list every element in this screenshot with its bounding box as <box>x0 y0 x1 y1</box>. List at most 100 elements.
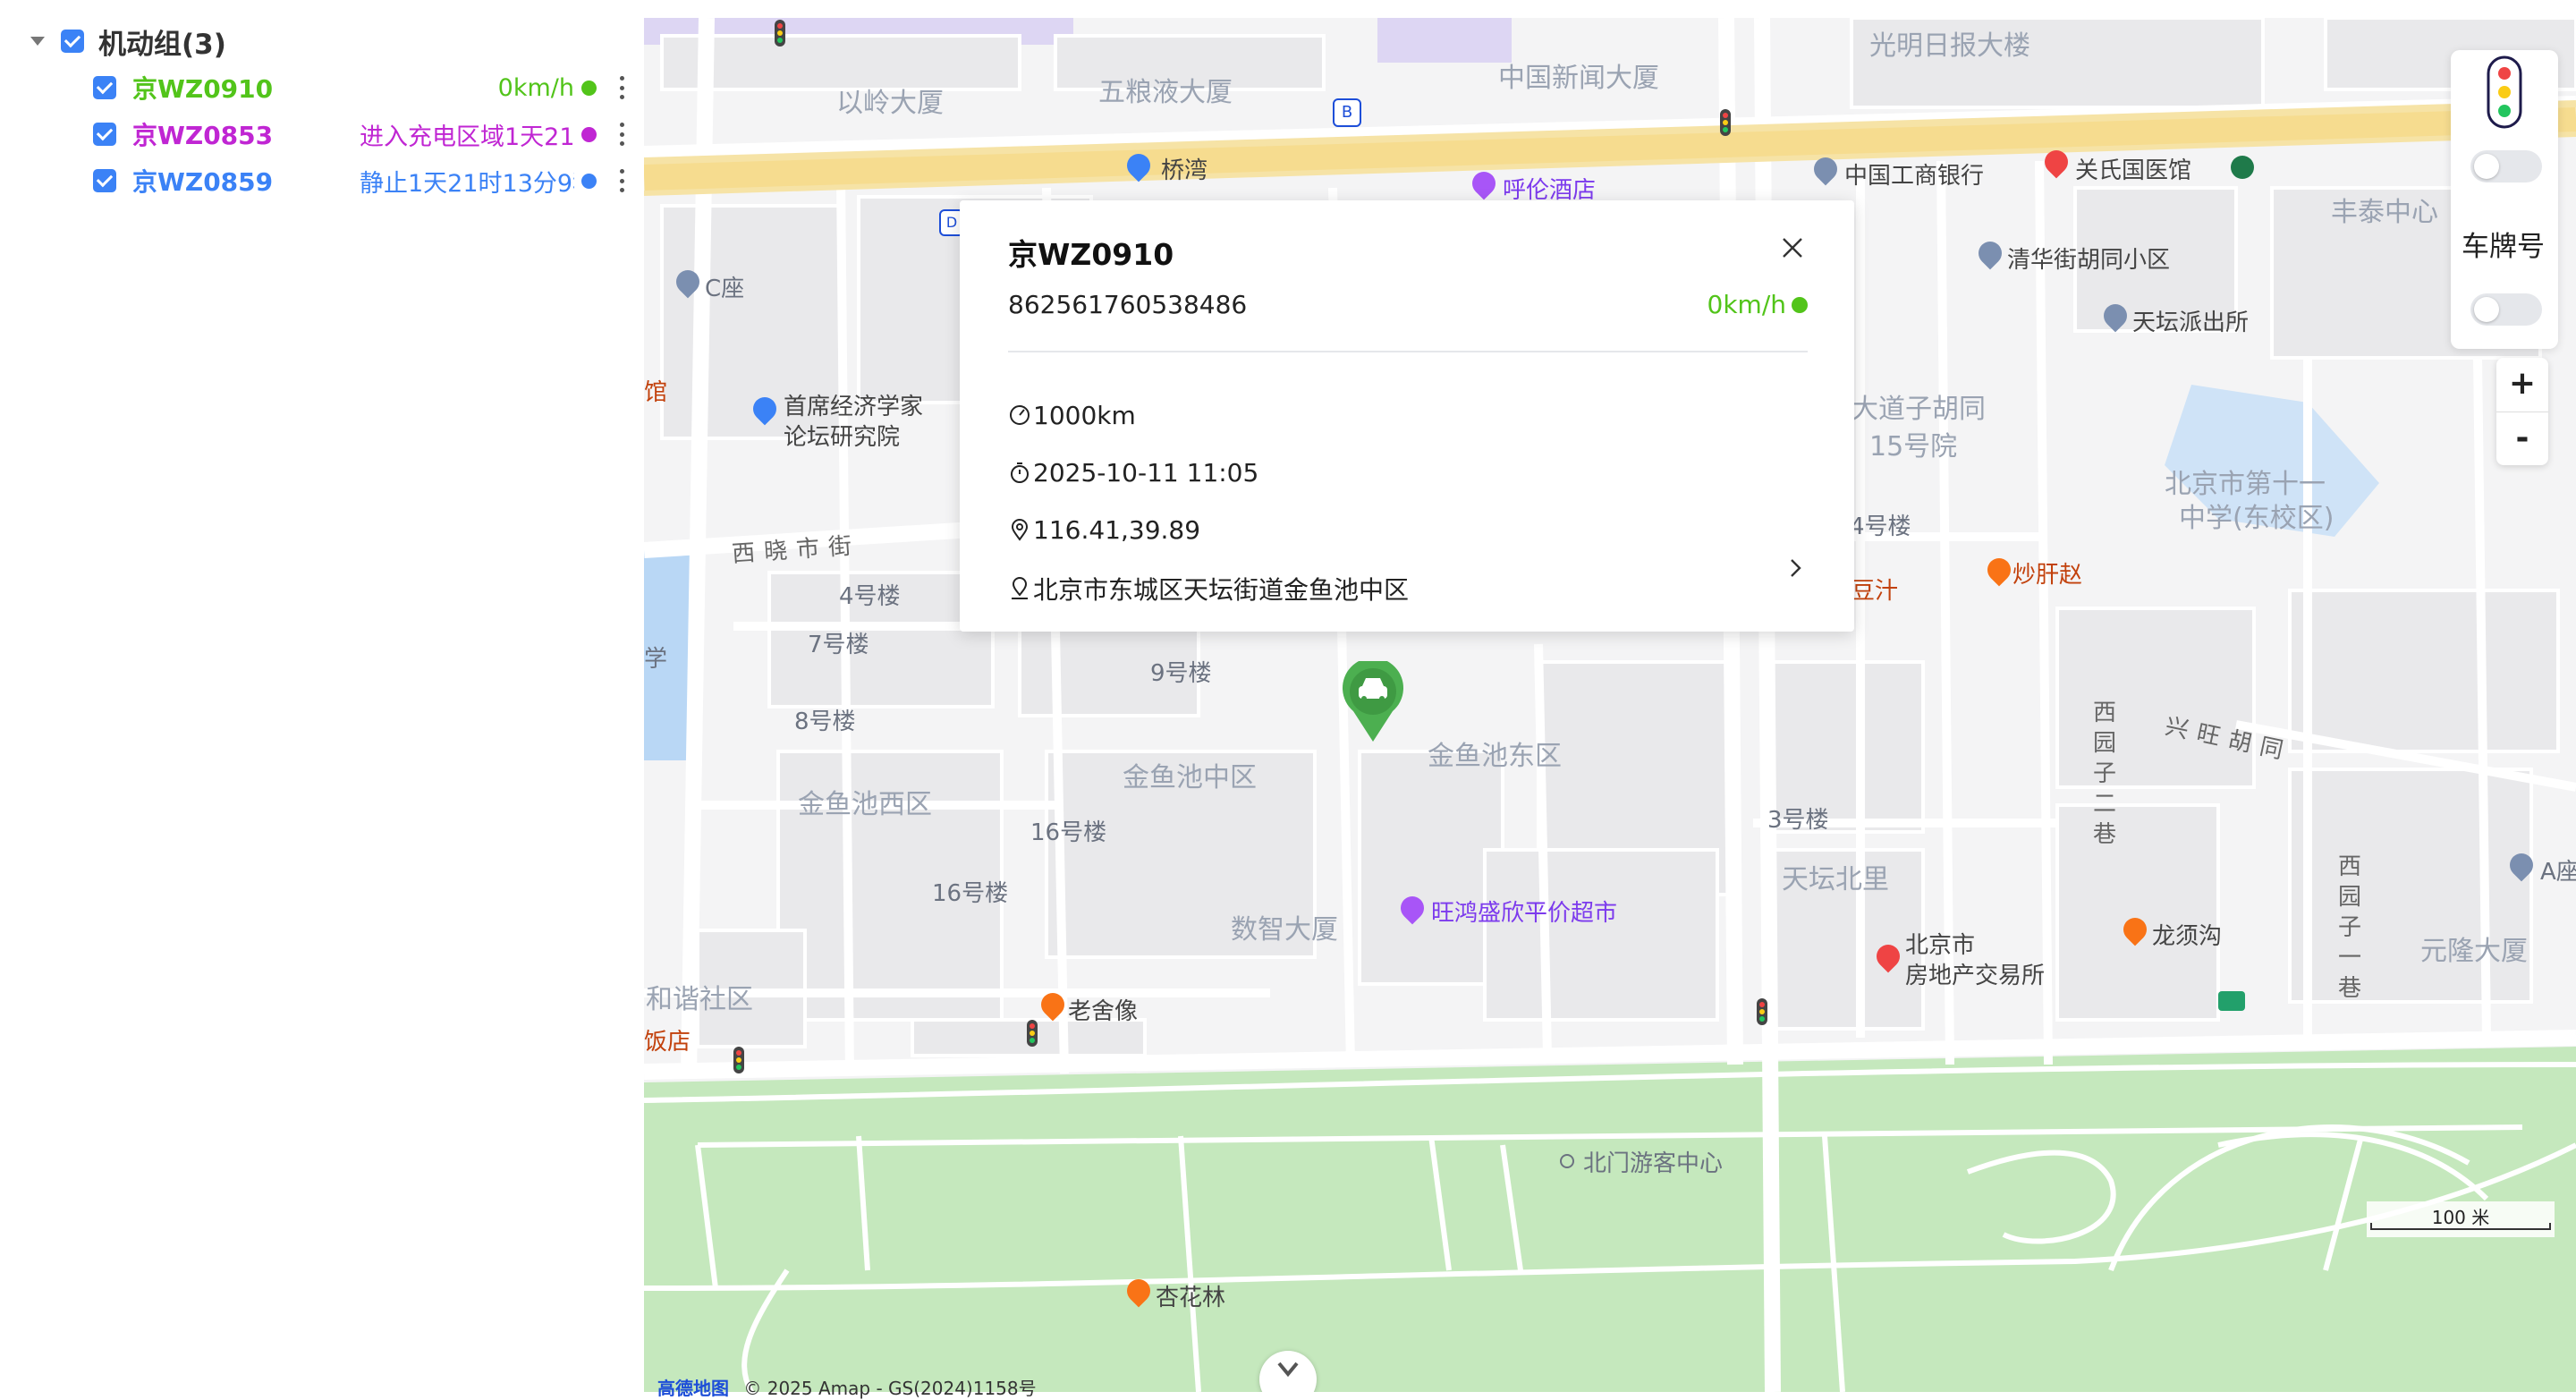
status-dot <box>581 126 597 142</box>
divider <box>1008 351 1808 352</box>
map-scale: 100 米 <box>2367 1201 2555 1237</box>
poi-label: 金鱼池中区 <box>1123 762 1257 793</box>
poi-label: 龙须沟 <box>2152 923 2223 950</box>
poi-label: 中国工商银行 <box>1844 163 1985 190</box>
poi-label: 论坛研究院 <box>784 424 901 451</box>
metro-exit-icon: B <box>1333 98 1361 127</box>
poi-label: 元隆大厦 <box>2420 936 2528 967</box>
poi-label: 五粮液大厦 <box>1098 77 1233 108</box>
traffic-light-icon <box>1720 109 1731 136</box>
poi-label: 房地产交易所 <box>1905 963 2046 989</box>
poi-label: 丰泰中心 <box>2331 197 2438 228</box>
poi-label: 金鱼池东区 <box>1428 741 1562 772</box>
location-pin-icon <box>1011 519 1029 541</box>
vehicle-checkbox[interactable] <box>93 169 116 192</box>
traffic-toggle[interactable] <box>2470 150 2542 182</box>
status-dot <box>581 173 597 189</box>
chevron-right-icon[interactable] <box>1784 555 1806 581</box>
traffic-light-icon <box>1027 1020 1038 1047</box>
stopwatch-icon <box>1011 462 1029 483</box>
expand-panel-button[interactable] <box>1259 1351 1317 1392</box>
poi-label: 16号楼 <box>1030 819 1107 846</box>
poi-label: 天坛派出所 <box>2132 310 2250 336</box>
poi-label: 9号楼 <box>1150 660 1212 687</box>
attribution-text: © 2025 Amap - GS(2024)1158号 <box>743 1378 1037 1399</box>
poi-label: 老舍像 <box>1068 998 1139 1025</box>
coords-value: 116.41,39.89 <box>1033 514 1201 545</box>
poi-label: 豆汁 <box>1852 578 1899 605</box>
collapse-caret-icon[interactable] <box>30 37 45 46</box>
zoom-in-button[interactable]: + <box>2496 358 2548 412</box>
traffic-light-icon <box>775 20 785 47</box>
cafe-pin-icon <box>2231 156 2254 179</box>
road-label: 西园子二巷 <box>2092 700 2116 848</box>
vehicle-status: 静止1天21时13分9秒 <box>360 169 574 198</box>
layer-control-panel: 车牌号 <box>2451 50 2558 349</box>
poi-label: 饭店 <box>644 1029 691 1056</box>
group-label: 机动组(3) <box>98 28 226 61</box>
poi-label: A座 <box>2540 859 2576 886</box>
traffic-layer-icon[interactable] <box>2487 55 2522 129</box>
zoom-out-button[interactable]: - <box>2496 412 2548 466</box>
vehicle-row[interactable]: 京WZ0859 静止1天21时13分9秒 <box>0 157 644 204</box>
poi-label: 桥湾 <box>1161 157 1208 184</box>
poi-label: 以岭大厦 <box>836 88 944 119</box>
poi-label: 4号楼 <box>839 583 901 610</box>
poi-label: 炒肝赵 <box>2012 562 2083 589</box>
poi-label: 4号楼 <box>1850 513 1911 540</box>
status-dot <box>1792 297 1808 313</box>
poi-label: 北门游客中心 <box>1583 1150 1724 1177</box>
poi-label: 学 <box>644 646 668 673</box>
more-options-icon[interactable] <box>619 123 624 146</box>
vehicle-marker-icon[interactable] <box>1341 661 1405 743</box>
status-dot <box>581 80 597 96</box>
poi-label: 和谐社区 <box>646 984 753 1015</box>
tree-group-row[interactable]: 机动组(3) <box>0 18 644 64</box>
poi-label: 16号楼 <box>932 880 1009 907</box>
more-options-icon[interactable] <box>619 169 624 192</box>
coords-row: 116.41,39.89 <box>1008 512 1200 547</box>
poi-label: 北京市 <box>1905 932 1976 959</box>
vehicle-info-popup: 京WZ0910 862561760538486 0km/h 1000km 202… <box>960 200 1854 632</box>
speed-value: 0km/h <box>1707 290 1786 319</box>
mileage-row: 1000km <box>1008 397 1136 433</box>
device-imei: 862561760538486 <box>1008 290 1248 319</box>
time-row: 2025-10-11 11:05 <box>1008 454 1258 490</box>
time-value: 2025-10-11 11:05 <box>1033 457 1259 488</box>
vehicle-plate[interactable]: 京WZ0853 <box>132 116 273 152</box>
poi-label: 馆 <box>644 379 668 406</box>
poi-label: 中国新闻大厦 <box>1498 63 1659 94</box>
poi-label: 首席经济学家 <box>784 394 924 420</box>
vehicle-plate[interactable]: 京WZ0910 <box>132 70 273 106</box>
vehicle-plate[interactable]: 京WZ0859 <box>132 163 273 199</box>
poi-label: 数智大厦 <box>1231 914 1338 946</box>
visitor-center-icon <box>1560 1154 1574 1168</box>
group-checkbox[interactable] <box>61 30 84 53</box>
vehicle-row[interactable]: 京WZ0910 0km/h <box>0 64 644 111</box>
map-pin-area-icon <box>1012 577 1028 599</box>
poi-label: 大道子胡同 <box>1852 394 1986 425</box>
plate-number-toggle[interactable] <box>2470 293 2542 326</box>
mileage-value: 1000km <box>1033 400 1136 430</box>
more-options-icon[interactable] <box>619 76 624 99</box>
zoom-control: + - <box>2496 358 2548 465</box>
close-icon[interactable] <box>1779 234 1806 261</box>
amap-logo: 高德地图 <box>657 1378 729 1399</box>
poi-label: 金鱼池西区 <box>798 789 932 820</box>
vehicle-checkbox[interactable] <box>93 123 116 146</box>
vehicle-tree: 机动组(3) 京WZ0910 0km/h 京WZ0853 进入充电区域1天21 … <box>0 0 644 1392</box>
traffic-light-icon <box>1757 998 1767 1025</box>
poi-label: 8号楼 <box>794 708 856 735</box>
chevron-down-icon <box>1277 1362 1299 1378</box>
vehicle-checkbox[interactable] <box>93 76 116 99</box>
poi-label: C座 <box>705 276 745 302</box>
poi-label: 中学(东校区) <box>2179 503 2334 534</box>
vehicle-status: 进入充电区域1天21 <box>360 123 574 151</box>
odometer-icon <box>1010 405 1030 425</box>
poi-label: 关氏国医馆 <box>2075 157 2192 184</box>
poi-label: 7号楼 <box>808 632 869 658</box>
address-row[interactable]: 北京市东城区天坛街道金鱼池中区 <box>1008 571 1409 607</box>
poi-label: 天坛北里 <box>1782 864 1889 895</box>
vehicle-row[interactable]: 京WZ0853 进入充电区域1天21 <box>0 111 644 157</box>
road-label: 西园子一巷 <box>2337 853 2361 1002</box>
